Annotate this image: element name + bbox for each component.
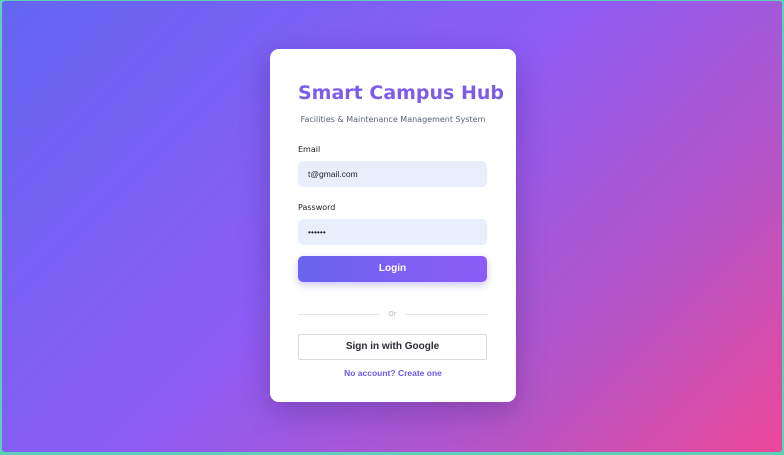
- login-card: Smart Campus Hub Facilities & Maintenanc…: [270, 49, 516, 402]
- app-subtitle: Facilities & Maintenance Management Syst…: [300, 115, 486, 124]
- page-background: Smart Campus Hub Facilities & Maintenanc…: [2, 1, 782, 452]
- login-button[interactable]: Login: [298, 256, 487, 282]
- divider-line-right: [405, 314, 487, 315]
- email-input[interactable]: t@gmail.com: [298, 161, 487, 187]
- create-account-link[interactable]: No account? Create one: [298, 367, 488, 379]
- or-divider: Or: [298, 308, 487, 320]
- password-input[interactable]: ••••••: [298, 219, 487, 245]
- email-label: Email: [298, 145, 321, 154]
- google-signin-button[interactable]: Sign in with Google: [298, 334, 487, 360]
- password-label: Password: [298, 203, 336, 212]
- app-title: Smart Campus Hub: [298, 82, 505, 104]
